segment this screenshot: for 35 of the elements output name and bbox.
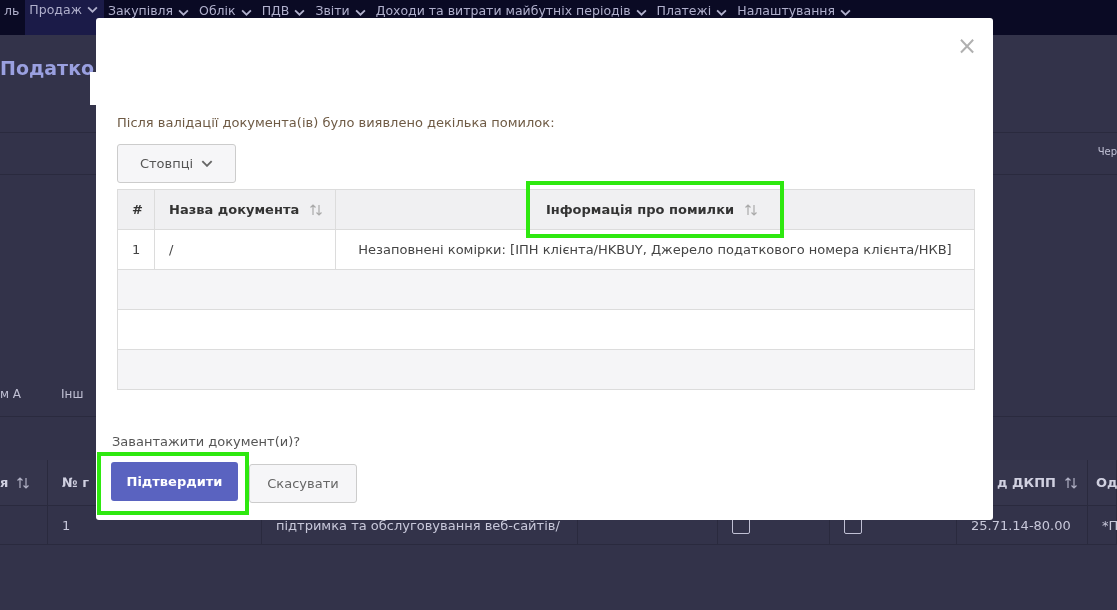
menu-item[interactable]: ль	[0, 0, 26, 18]
column-header: Од	[1096, 475, 1117, 490]
cancel-button[interactable]: Скасувати	[249, 464, 357, 503]
menu-item[interactable]: Продаж	[25, 0, 104, 35]
table-cell: 25.71.14-80.00	[971, 517, 1071, 533]
table-cell: 1	[62, 517, 71, 533]
table-cell: Незаповнені комірки: [ІПН клієнта/HKBUY, Джерело податкового номера клієнта/НКВ]	[358, 242, 952, 257]
column-header: я	[0, 475, 9, 490]
menu-item[interactable]: Облік	[195, 0, 258, 18]
page-title: Податко	[0, 57, 95, 79]
column-label: Чер	[1097, 146, 1117, 157]
menu-item[interactable]: Звіти	[311, 0, 372, 18]
column-header: д ДКПП	[997, 475, 1056, 490]
columns-dropdown[interactable]: Стовпці	[117, 144, 236, 183]
column-header: #	[132, 202, 143, 217]
sort-icon[interactable]	[16, 475, 31, 490]
tab[interactable]: Інш	[61, 383, 84, 416]
confirm-question: Завантажити документ(и)?	[112, 434, 302, 450]
confirm-button[interactable]: Підтвердити	[111, 462, 238, 501]
sort-icon[interactable]	[1064, 475, 1078, 490]
chevron-icon	[201, 160, 214, 167]
column-header: Інформація про помилки	[545, 202, 735, 217]
tab[interactable]: м А	[0, 383, 22, 416]
table-cell: підтримка та обслуговування веб-сайтів/	[276, 517, 560, 533]
column-header: Назва документа	[169, 202, 300, 217]
table-cell: 1	[132, 242, 141, 257]
column-header: № г	[62, 475, 89, 490]
menu-item[interactable]: Платежі	[652, 0, 734, 18]
menu-item[interactable]: ПДВ	[257, 0, 312, 18]
table-cell: *П	[1102, 517, 1117, 533]
error-message: Після валідації документа(ів) було виявлено декілька помилок:	[117, 115, 556, 130]
menu-item[interactable]: Налаштування	[733, 0, 857, 18]
table-cell: /	[169, 242, 174, 257]
menu-item[interactable]: Закупівля	[103, 0, 196, 18]
menu-item[interactable]: Доходи та витрати майбутніх періодів	[371, 0, 653, 18]
